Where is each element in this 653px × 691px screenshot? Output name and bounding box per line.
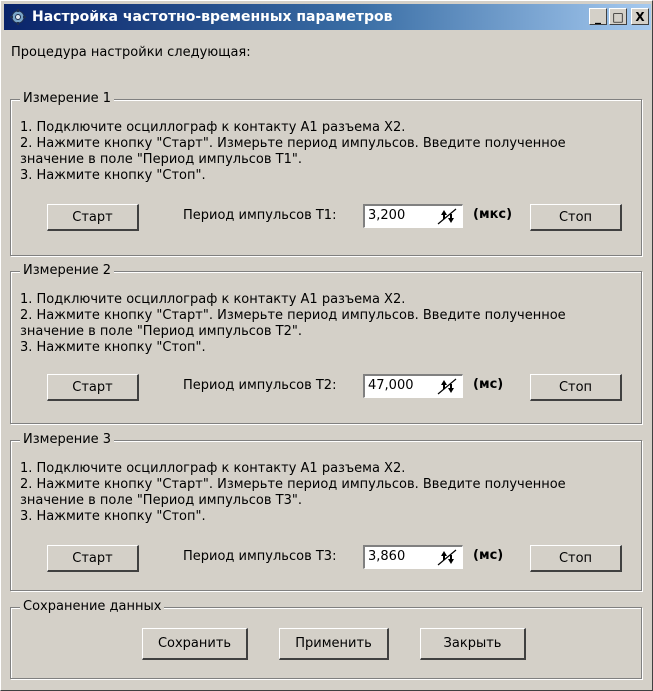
stop-button[interactable]: Стоп [530, 545, 622, 572]
period-t2-spinbox[interactable]: 47,000 [363, 374, 463, 398]
settings-window: Настройка частотно-временных параметров … [0, 0, 653, 691]
spin-arrows-icon[interactable] [434, 548, 460, 567]
instructions: 1. Подключите осциллограф к контакту А1 … [20, 120, 566, 184]
instruction-line: 3. Нажмите кнопку "Стоп". [20, 509, 206, 524]
stop-button[interactable]: Стоп [530, 374, 622, 401]
instruction-line: 2. Нажмите кнопку "Старт". Измерьте пери… [20, 308, 566, 323]
instruction-line: 1. Подключите осциллограф к контакту А1 … [20, 461, 406, 476]
unit-label: (мкс) [473, 207, 513, 222]
title-bar-buttons: _ □ X [589, 8, 649, 25]
start-button[interactable]: Старт [47, 545, 139, 572]
period-value: 3,200 [368, 208, 406, 223]
instruction-line: 3. Нажмите кнопку "Стоп". [20, 340, 206, 355]
instruction-line: 1. Подключите осциллограф к контакту А1 … [20, 292, 406, 307]
spin-arrows-icon[interactable] [434, 207, 460, 226]
instruction-line: значение в поле "Период импульсов Т1". [20, 152, 302, 167]
period-t1-spinbox[interactable]: 3,200 [363, 204, 463, 228]
close-button[interactable]: Закрыть [420, 628, 526, 660]
spin-arrows-icon[interactable] [434, 377, 460, 396]
period-value: 47,000 [368, 378, 414, 393]
instructions: 1. Подключите осциллограф к контакту А1 … [20, 292, 566, 356]
start-button[interactable]: Старт [47, 204, 139, 231]
period-label: Период импульсов Т3: [183, 549, 337, 564]
minimize-button[interactable]: _ [589, 8, 607, 25]
instruction-line: 2. Нажмите кнопку "Старт". Измерьте пери… [20, 136, 566, 151]
start-button[interactable]: Старт [47, 374, 139, 401]
period-t3-spinbox[interactable]: 3,860 [363, 545, 463, 569]
group-title: Измерение 2 [20, 263, 115, 278]
stop-button[interactable]: Стоп [530, 204, 622, 231]
period-label: Период импульсов Т1: [183, 208, 337, 223]
instruction-line: 2. Нажмите кнопку "Старт". Измерьте пери… [20, 477, 566, 492]
group-title: Измерение 1 [20, 91, 115, 106]
instruction-line: 3. Нажмите кнопку "Стоп". [20, 168, 206, 183]
maximize-button[interactable]: □ [609, 8, 627, 25]
group-title: Сохранение данных [20, 599, 165, 614]
unit-label: (мс) [473, 377, 504, 392]
measurement-3-group: Измерение 3 1. Подключите осциллограф к … [10, 432, 642, 591]
apply-button[interactable]: Применить [279, 628, 389, 660]
period-label: Период импульсов Т2: [183, 378, 337, 393]
save-data-group: Сохранение данных Сохранить Применить За… [10, 599, 642, 679]
instruction-line: значение в поле "Период импульсов Т2". [20, 324, 302, 339]
measurement-1-group: Измерение 1 1. Подключите осциллограф к … [10, 91, 642, 256]
intro-text: Процедура настройки следующая: [11, 45, 251, 60]
instruction-line: 1. Подключите осциллограф к контакту А1 … [20, 120, 406, 135]
group-title: Измерение 3 [20, 432, 115, 447]
window-title: Настройка частотно-временных параметров [32, 9, 393, 25]
measurement-2-group: Измерение 2 1. Подключите осциллограф к … [10, 263, 642, 424]
period-value: 3,860 [368, 549, 406, 564]
instructions: 1. Подключите осциллограф к контакту А1 … [20, 461, 566, 525]
app-settings-icon [10, 9, 26, 25]
instruction-line: значение в поле "Период импульсов Т3". [20, 493, 302, 508]
title-bar[interactable]: Настройка частотно-временных параметров … [4, 4, 651, 30]
close-window-button[interactable]: X [631, 8, 649, 25]
unit-label: (мс) [473, 548, 504, 563]
save-button[interactable]: Сохранить [142, 628, 248, 660]
